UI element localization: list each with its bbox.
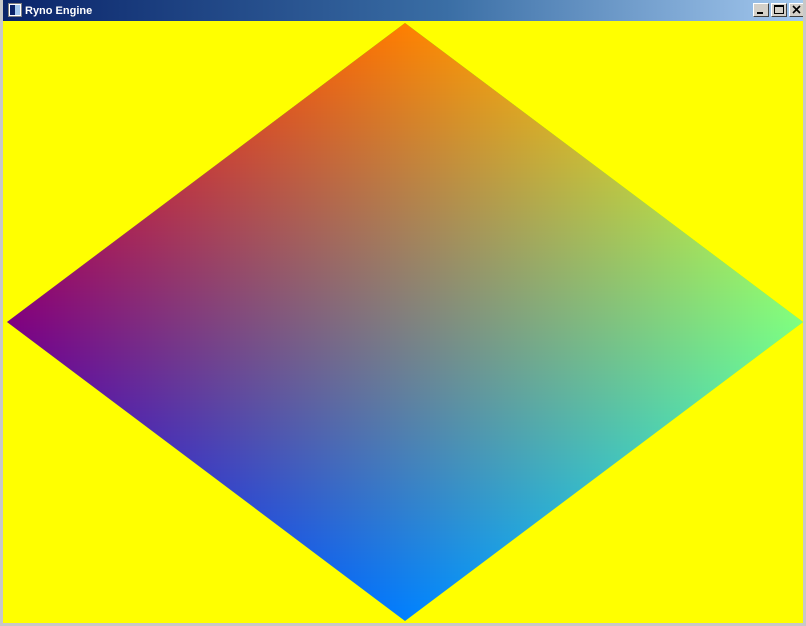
- close-icon: [792, 5, 801, 14]
- title-bar[interactable]: Ryno Engine: [3, 0, 803, 21]
- close-button[interactable]: [789, 3, 803, 17]
- minimize-button[interactable]: [753, 3, 769, 17]
- minimize-icon: [757, 12, 763, 14]
- app-window: Ryno Engine: [0, 0, 806, 626]
- window-controls: [753, 3, 803, 19]
- maximize-button[interactable]: [771, 3, 787, 17]
- app-icon: [8, 3, 22, 17]
- maximize-icon: [774, 5, 784, 14]
- render-canvas: [3, 21, 803, 623]
- render-viewport[interactable]: [3, 21, 803, 623]
- window-title: Ryno Engine: [25, 5, 93, 17]
